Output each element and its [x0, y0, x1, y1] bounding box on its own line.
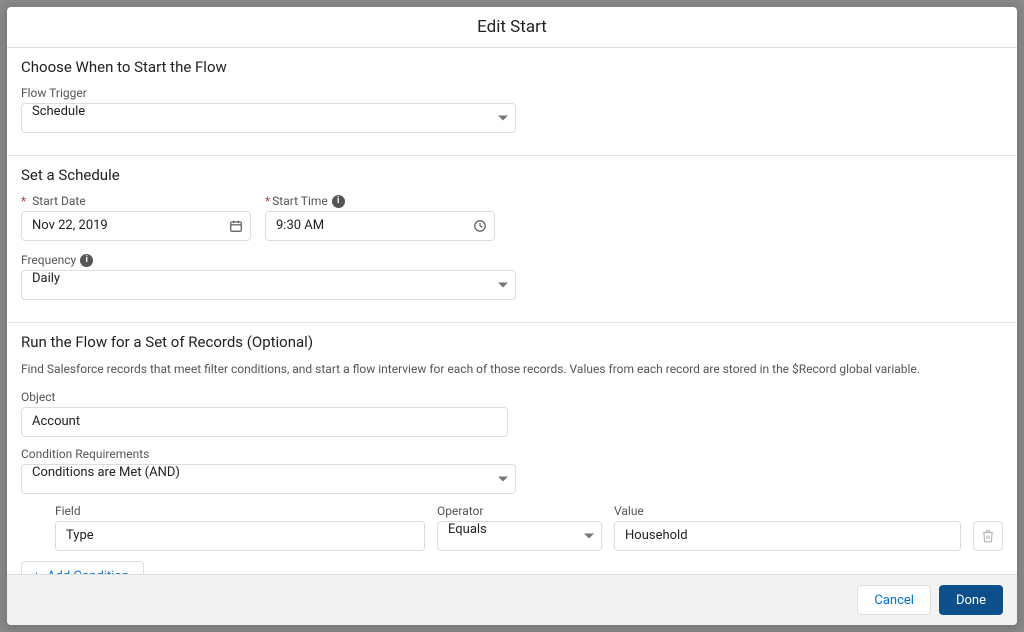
modal-footer: Cancel Done [7, 574, 1017, 625]
modal-body: Choose When to Start the Flow Flow Trigg… [7, 48, 1017, 574]
records-section: Run the Flow for a Set of Records (Optio… [7, 323, 1017, 574]
info-icon: i [332, 195, 345, 208]
trigger-section: Choose When to Start the Flow Flow Trigg… [7, 48, 1017, 156]
start-time-label: Start Time i [265, 194, 495, 208]
condition-value-label: Value [614, 504, 961, 518]
condition-requirements-label: Condition Requirements [21, 447, 1003, 461]
condition-field-label: Field [55, 504, 425, 518]
trigger-section-title: Choose When to Start the Flow [21, 58, 1003, 76]
cancel-button[interactable]: Cancel [857, 585, 931, 615]
edit-start-modal: Edit Start Choose When to Start the Flow… [7, 7, 1017, 625]
flow-trigger-select[interactable]: Schedule [21, 103, 516, 133]
condition-field-input[interactable]: Type [55, 521, 425, 551]
start-date-input[interactable]: Nov 22, 2019 [21, 211, 251, 241]
modal-title: Edit Start [7, 17, 1017, 37]
info-icon: i [80, 254, 93, 267]
trash-icon [981, 529, 995, 543]
frequency-select[interactable]: Daily [21, 270, 516, 300]
records-section-title: Run the Flow for a Set of Records (Optio… [21, 333, 1003, 351]
schedule-section-title: Set a Schedule [21, 166, 1003, 184]
start-time-input[interactable]: 9:30 AM [265, 211, 495, 241]
condition-requirements-select[interactable]: Conditions are Met (AND) [21, 464, 516, 494]
object-combobox[interactable]: Account [21, 407, 508, 437]
done-button[interactable]: Done [939, 585, 1003, 615]
flow-trigger-label: Flow Trigger [21, 86, 1003, 100]
condition-operator-label: Operator [437, 504, 602, 518]
frequency-label: Frequency i [21, 253, 1003, 267]
records-section-description: Find Salesforce records that meet filter… [21, 361, 1003, 378]
delete-condition-button[interactable] [973, 521, 1003, 551]
condition-value-input[interactable]: Household [614, 521, 961, 551]
condition-operator-select[interactable]: Equals [437, 521, 602, 551]
start-date-label: Start Date [21, 194, 251, 208]
add-condition-button[interactable]: + Add Condition [21, 561, 144, 574]
condition-row: Field Type Operator Equals Value Househo [21, 504, 1003, 551]
schedule-section: Set a Schedule Start Date Nov 22, 2019 S… [7, 156, 1017, 323]
modal-header: Edit Start [7, 7, 1017, 48]
plus-icon: + [32, 567, 41, 574]
object-label: Object [21, 390, 1003, 404]
